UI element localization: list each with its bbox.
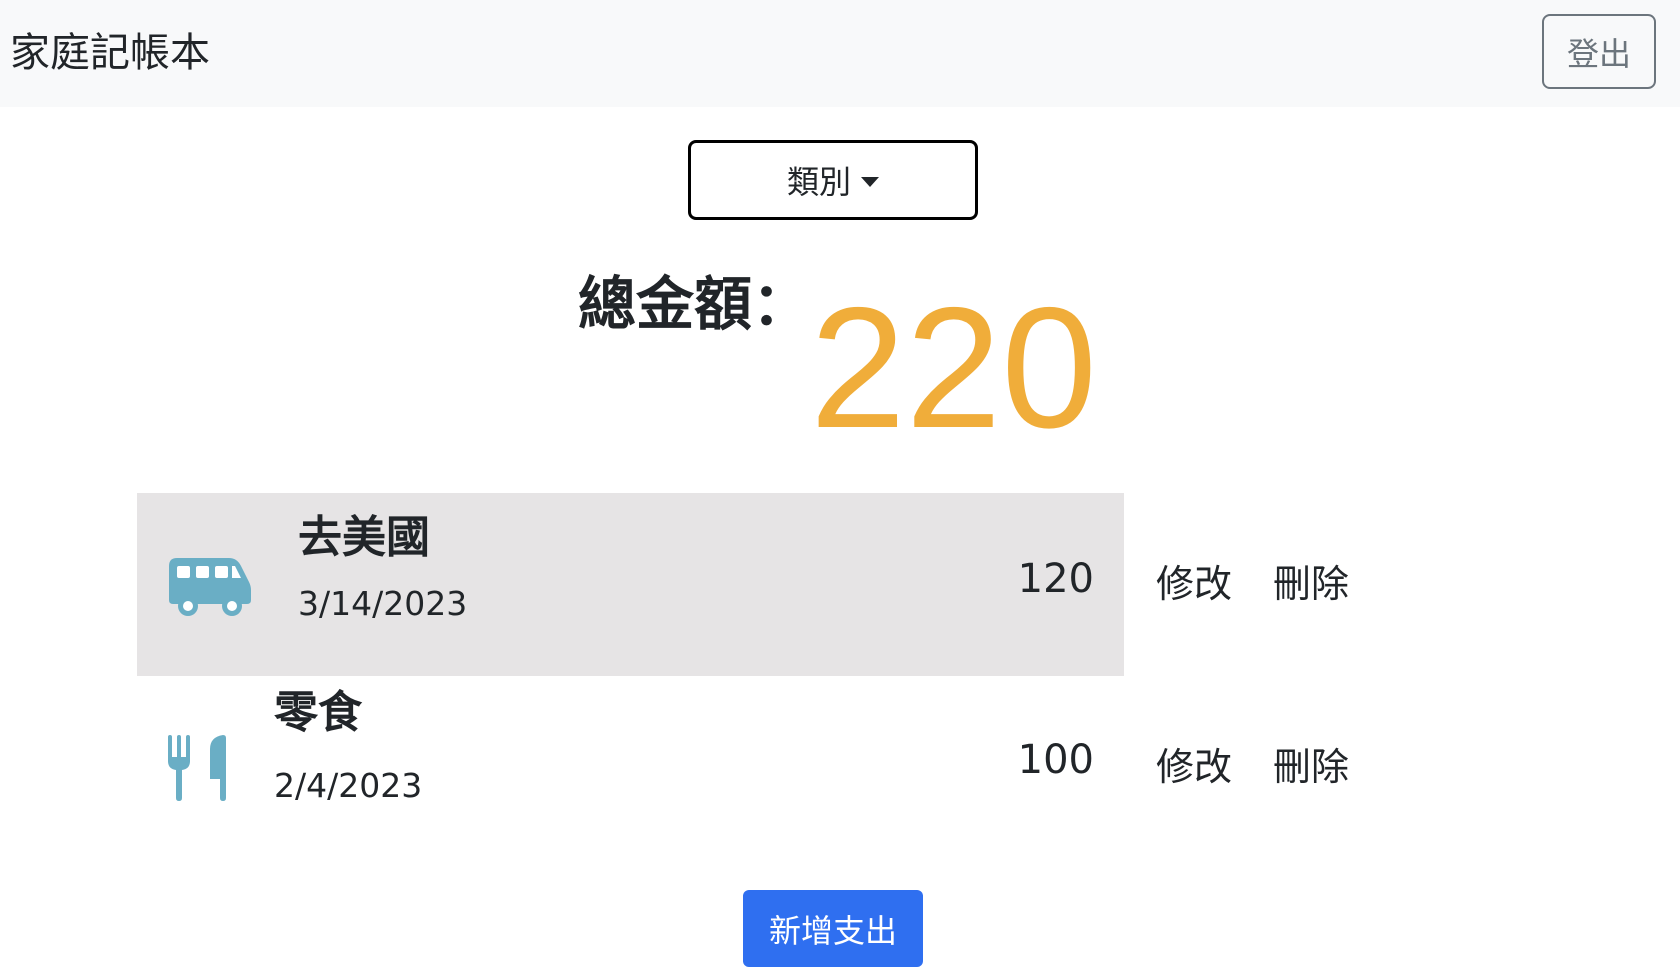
- navbar: 家庭記帳本 登出: [0, 0, 1680, 107]
- expense-row: 零食 2/4/2023 100: [137, 676, 1124, 859]
- delete-button[interactable]: 刪除: [1273, 560, 1349, 608]
- total-amount: 220: [810, 272, 1097, 464]
- expense-row: 去美國 3/14/2023 120: [137, 493, 1124, 676]
- expense-amount: 100: [1017, 737, 1094, 783]
- utensils-icon: [168, 735, 226, 801]
- category-dropdown[interactable]: 類別: [688, 140, 978, 220]
- add-expense-button[interactable]: 新增支出: [743, 890, 923, 967]
- expense-title: 零食: [274, 687, 362, 738]
- caret-down-icon: [861, 177, 879, 187]
- app-brand[interactable]: 家庭記帳本: [10, 26, 210, 80]
- expense-date: 2/4/2023: [274, 766, 423, 805]
- logout-button[interactable]: 登出: [1542, 14, 1656, 89]
- total-label: 總金額：: [578, 270, 811, 338]
- category-dropdown-label: 類別: [786, 163, 851, 201]
- edit-button[interactable]: 修改: [1156, 560, 1232, 608]
- edit-button[interactable]: 修改: [1156, 743, 1232, 791]
- delete-button[interactable]: 刪除: [1273, 743, 1349, 791]
- bus-icon: [169, 558, 251, 616]
- expense-date: 3/14/2023: [298, 584, 468, 623]
- expense-amount: 120: [1017, 556, 1094, 602]
- expense-title: 去美國: [298, 512, 430, 563]
